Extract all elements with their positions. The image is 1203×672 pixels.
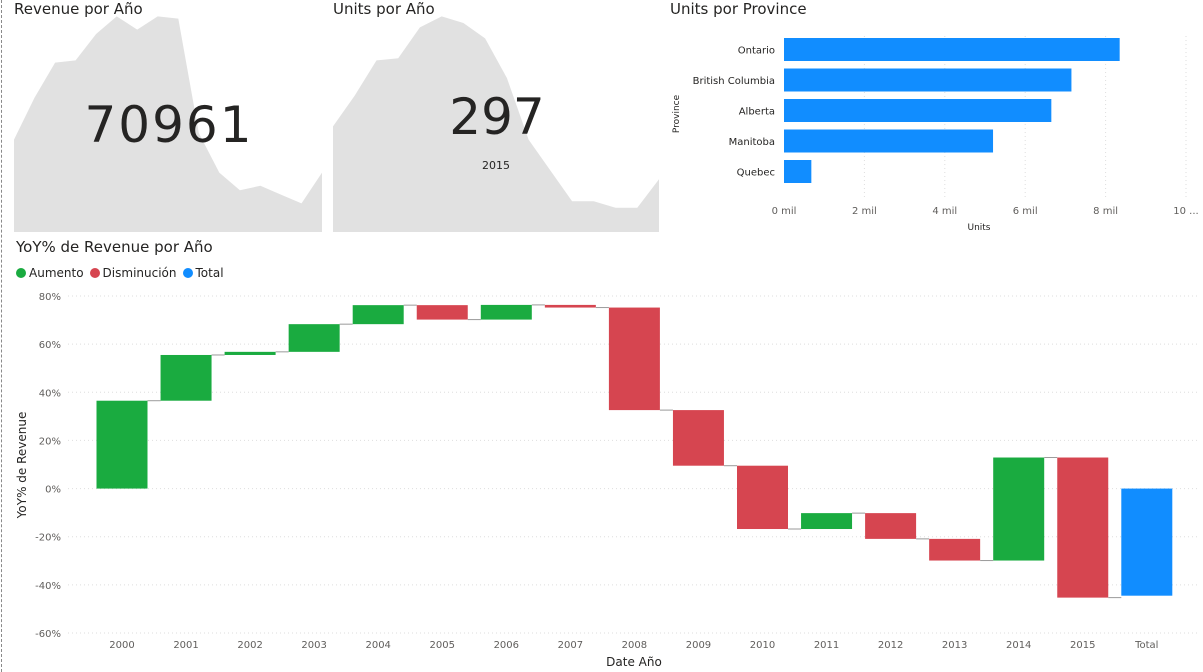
waterfall-x-tick-label: Total [1134, 640, 1158, 651]
bar-british-columbia[interactable] [784, 68, 1072, 92]
waterfall-y-tick-label: -40% [35, 581, 61, 592]
bar-x-tick-label: 6 mil [1013, 206, 1038, 217]
bar-ontario[interactable] [784, 38, 1120, 61]
revenue-sparkline-svg: 70961 [14, 16, 322, 232]
waterfall-title: YoY% de Revenue por Año [16, 238, 213, 256]
waterfall-bar-2015[interactable] [1057, 457, 1109, 598]
legend-item-total[interactable]: Total [182, 266, 224, 280]
waterfall-y-tick-label: -60% [35, 629, 61, 640]
waterfall-x-tick-label: 2006 [494, 640, 519, 651]
waterfall-x-tick-label: 2009 [686, 640, 711, 651]
bar-x-tick-label: 2 mil [852, 206, 877, 217]
waterfall-x-tick-label: 2005 [430, 640, 455, 651]
units-by-province-chart[interactable]: Units por Province 0 mil 2 mil 4 mil 6 mil 8… [670, 0, 1203, 236]
waterfall-bar-2000[interactable] [96, 400, 148, 489]
waterfall-bar-2014[interactable] [993, 457, 1045, 561]
bar-category-label: Manitoba [729, 137, 775, 148]
waterfall-x-tick-label: 2015 [1070, 640, 1095, 651]
waterfall-bar-2004[interactable] [352, 305, 404, 325]
waterfall-bar-2005[interactable] [416, 305, 468, 320]
legend-dot-icon [182, 268, 193, 278]
legend-label: Total [195, 266, 224, 280]
waterfall-x-tick-label: 2014 [1006, 640, 1031, 651]
bar-x-tick-label: 0 mil [772, 206, 797, 217]
bar-y-axis-title: Province [672, 94, 682, 133]
bar-category-label: Quebec [737, 168, 775, 179]
legend-label: Aumento [29, 266, 84, 280]
bar-alberta[interactable] [784, 99, 1052, 122]
legend-dot-icon [89, 268, 100, 278]
revenue-card-value: 70961 [84, 96, 253, 154]
waterfall-y-tick-label: 80% [39, 292, 61, 303]
waterfall-x-tick-label: 2004 [365, 640, 390, 651]
waterfall-bar-2006[interactable] [480, 304, 532, 320]
bar-manitoba[interactable] [784, 129, 994, 153]
bar-x-tick-label: 8 mil [1093, 206, 1118, 217]
waterfall-bar-2008[interactable] [608, 307, 660, 411]
waterfall-x-tick-label: 2012 [878, 640, 903, 651]
waterfall-bar-2013[interactable] [929, 538, 981, 561]
bar-quebec[interactable] [784, 160, 812, 183]
revenue-card[interactable]: Revenue por Año 70961 [14, 0, 324, 232]
waterfall-bar-2011[interactable] [801, 513, 853, 530]
legend-item-disminucion[interactable]: Disminución [89, 266, 177, 280]
units-card-tooltip-year: 2015 [482, 159, 510, 172]
waterfall-x-tick-label: 2011 [814, 640, 839, 651]
waterfall-y-tick-label: 0% [45, 485, 61, 496]
units-card[interactable]: Units por Año 297 2015 [333, 0, 661, 232]
waterfall-bar-2012[interactable] [865, 513, 917, 539]
waterfall-x-tick-label: 2001 [173, 640, 198, 651]
waterfall-x-tick-label: 2007 [558, 640, 583, 651]
waterfall-y-tick-label: 20% [39, 436, 61, 447]
waterfall-bar-2003[interactable] [288, 324, 340, 352]
waterfall-y-tick-label: -20% [35, 533, 61, 544]
waterfall-x-tick-label: 2013 [942, 640, 967, 651]
waterfall-x-axis-title: Date Año [606, 655, 662, 669]
bar-x-axis-title: Units [967, 223, 990, 233]
legend-dot-icon [16, 268, 26, 278]
waterfall-legend: Aumento Disminución Total [16, 265, 230, 281]
units-sparkline-svg: 297 2015 [333, 16, 659, 232]
bar-category-label: Alberta [739, 107, 775, 118]
waterfall-x-tick-label: 2002 [237, 640, 262, 651]
waterfall-bar-total[interactable] [1121, 488, 1173, 596]
waterfall-x-tick-label: 2000 [109, 640, 134, 651]
bar-category-label: Ontario [738, 46, 775, 57]
units-card-value: 297 [449, 88, 544, 146]
legend-label: Disminución [102, 266, 177, 280]
waterfall-bar-2002[interactable] [224, 351, 276, 355]
waterfall-y-tick-label: 40% [39, 388, 61, 399]
page-border [1, 0, 2, 672]
waterfall-x-tick-label: 2008 [622, 640, 647, 651]
waterfall-bar-2007[interactable] [544, 304, 596, 308]
waterfall-bar-2001[interactable] [160, 354, 212, 401]
bar-x-tick-label: 4 mil [932, 206, 957, 217]
waterfall-x-tick-label: 2010 [750, 640, 775, 651]
waterfall-y-axis-title: YoY% de Revenue [15, 412, 29, 520]
waterfall-bar-2010[interactable] [737, 465, 788, 530]
bar-x-tick-label: 10 ... [1173, 206, 1198, 217]
waterfall-x-tick-label: 2003 [301, 640, 326, 651]
waterfall-y-tick-label: 60% [39, 340, 61, 351]
units-by-province-svg: 0 mil 2 mil 4 mil 6 mil 8 mil 10 ... Ontario Br… [672, 36, 1199, 233]
waterfall-bar-2009[interactable] [672, 410, 724, 466]
legend-item-aumento[interactable]: Aumento [16, 266, 84, 280]
bar-category-label: British Columbia [693, 76, 775, 87]
